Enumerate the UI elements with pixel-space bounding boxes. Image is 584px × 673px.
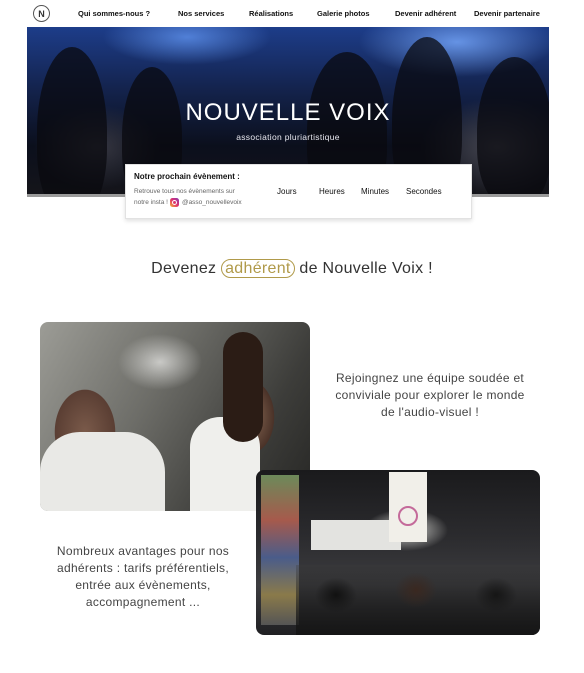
countdown-days-label: Jours	[277, 187, 297, 196]
adherent-intro-text: Rejoingnez une équipe soudée et convivia…	[335, 371, 525, 419]
heading-highlight: adhérent	[221, 259, 295, 278]
instagram-handle-link[interactable]: @asso_nouvellevoix	[182, 199, 242, 206]
photo-person	[40, 432, 165, 511]
event-card-text-prefix: notre insta !	[134, 199, 168, 206]
event-card-insta-line: notre insta ! @asso_nouvellevoix	[134, 198, 242, 207]
hero-subtitle: association pluriartistique	[236, 132, 340, 142]
event-photo	[256, 470, 540, 635]
crowd-silhouette	[477, 57, 549, 197]
nav-item-nos-services[interactable]: Nos services	[178, 9, 224, 18]
event-card-title: Notre prochain évènement :	[134, 172, 240, 181]
page-heading: Devenez adhérent de Nouvelle Voix !	[0, 259, 584, 278]
photo-stage-table	[311, 520, 401, 550]
nav-item-devenir-partenaire[interactable]: Devenir partenaire	[474, 9, 540, 18]
hero-title: NOUVELLE VOIX	[185, 99, 391, 126]
event-countdown-card: Notre prochain évènement : Retrouve tous…	[125, 164, 472, 219]
event-card-text: Retrouve tous nos évènements sur	[134, 188, 235, 195]
adherent-benefits-text: Nombreux avantages pour nos adhérents : …	[56, 544, 230, 609]
top-navigation: N Qui sommes-nous ? Nos services Réalisa…	[0, 0, 584, 27]
photo-poster-wall	[261, 475, 299, 625]
logo-icon[interactable]: N	[33, 5, 50, 22]
nav-item-qui-sommes-nous[interactable]: Qui sommes-nous ?	[78, 9, 150, 18]
nav-item-galerie-photos[interactable]: Galerie photos	[317, 9, 370, 18]
countdown-hours-label: Heures	[319, 187, 345, 196]
countdown-seconds-label: Secondes	[406, 187, 442, 196]
nav-item-realisations[interactable]: Réalisations	[249, 9, 293, 18]
nav-item-devenir-adherent[interactable]: Devenir adhérent	[395, 9, 456, 18]
photo-person-hair	[223, 332, 263, 442]
photo-audience	[296, 565, 540, 635]
heading-text-before: Devenez	[151, 260, 222, 277]
instagram-icon[interactable]	[169, 198, 179, 207]
heading-text-after: de Nouvelle Voix !	[294, 260, 433, 277]
countdown-minutes-label: Minutes	[361, 187, 390, 196]
banner-logo-icon	[398, 506, 418, 526]
